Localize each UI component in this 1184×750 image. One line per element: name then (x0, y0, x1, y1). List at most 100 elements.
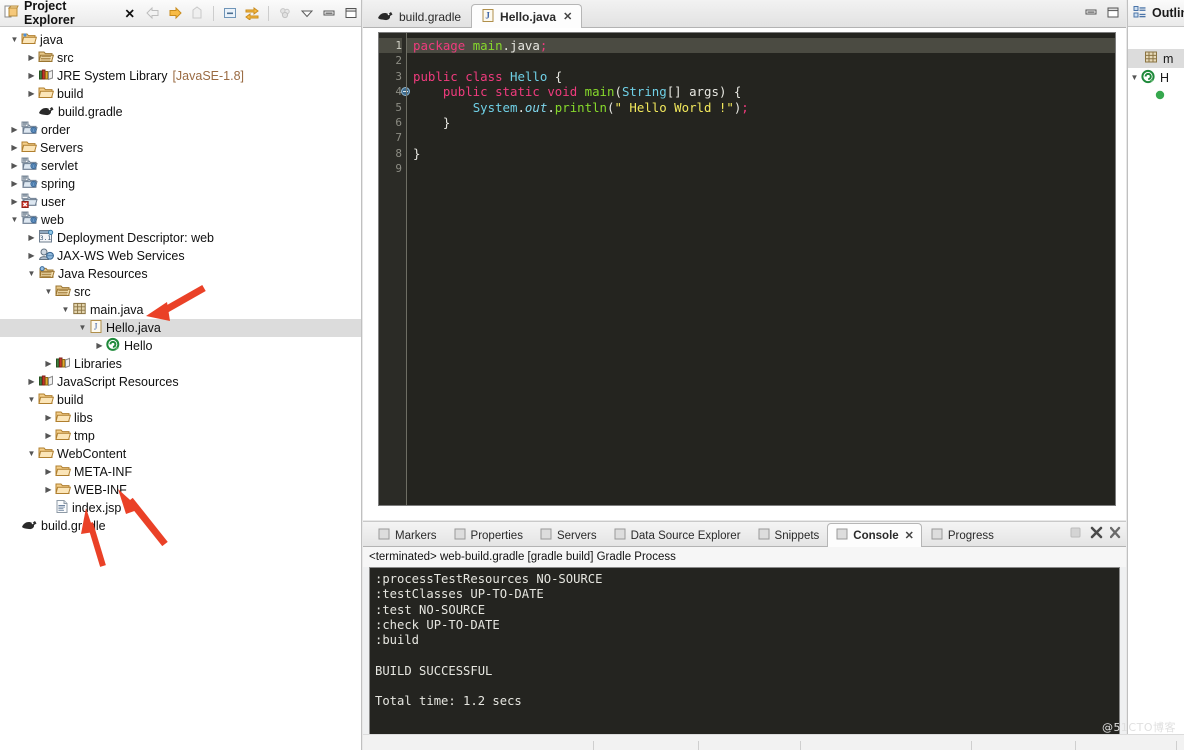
chevron-down-icon[interactable]: ▼ (1128, 69, 1141, 87)
tree-item-index-jsp[interactable]: index.jsp (0, 499, 361, 517)
maximize-icon[interactable] (341, 4, 361, 23)
back-icon[interactable] (143, 4, 163, 23)
project-tree[interactable]: ▼ java ▶ src ▶ JRE System Library [JavaSE-1.8]… (0, 27, 361, 750)
outline-item-label: m (1163, 51, 1174, 66)
chevron-right-icon[interactable]: ▶ (42, 409, 55, 427)
console-tabbar: Markers Properties Servers Data Source Expl… (363, 521, 1126, 547)
tree-item-jre-system-library[interactable]: ▶ JRE System Library [JavaSE-1.8] (0, 67, 361, 85)
tree-item-src[interactable]: ▼ src (0, 283, 361, 301)
console-output[interactable]: :processTestResources NO-SOURCE :testCla… (369, 567, 1120, 740)
chevron-down-icon[interactable]: ▼ (8, 211, 21, 229)
outline-tab[interactable]: Outline (1128, 0, 1184, 27)
tree-item-build[interactable]: ▼ build (0, 391, 361, 409)
remove-launch-icon[interactable] (1089, 525, 1104, 542)
tab-hello-java[interactable]: J Hello.java ✕ (471, 4, 583, 28)
terminate-icon[interactable] (1068, 525, 1083, 542)
tab-servers[interactable]: Servers (531, 523, 605, 547)
tab-snippets[interactable]: Snippets (749, 523, 828, 547)
tree-item-web[interactable]: ▼ web (0, 211, 361, 229)
tab-label: Console (853, 529, 899, 542)
outline-item-method[interactable] (1128, 87, 1184, 106)
chevron-right-icon[interactable]: ▶ (25, 67, 38, 85)
chevron-down-icon[interactable]: ▼ (42, 283, 55, 301)
tree-item-libs[interactable]: ▶ libs (0, 409, 361, 427)
chevron-down-icon[interactable]: ▼ (76, 319, 89, 337)
chevron-right-icon[interactable]: ▶ (8, 193, 21, 211)
jsp-file-icon (55, 499, 69, 517)
chevron-right-icon[interactable]: ▶ (93, 337, 106, 355)
tree-item-main-java[interactable]: ▼ main.java (0, 301, 361, 319)
chevron-right-icon[interactable]: ▶ (8, 121, 21, 139)
chevron-right-icon[interactable]: ▶ (42, 427, 55, 445)
tree-item-jax-ws-web-services[interactable]: ▶ JAX-WS Web Services (0, 247, 361, 265)
console-area: Markers Properties Servers Data Source Expl… (363, 521, 1126, 750)
maximize-icon[interactable] (1106, 6, 1120, 22)
line-number: 4 (379, 84, 410, 99)
chevron-down-icon[interactable]: ▼ (8, 31, 21, 49)
chevron-down-icon[interactable]: ▼ (25, 265, 38, 283)
chevron-down-icon[interactable]: ▼ (25, 391, 38, 409)
tree-item-src[interactable]: ▶ src (0, 49, 361, 67)
tree-item-user[interactable]: ▶ user (0, 193, 361, 211)
tree-item-java[interactable]: ▼ java (0, 31, 361, 49)
tree-item-order[interactable]: ▶ order (0, 121, 361, 139)
chevron-right-icon[interactable]: ▶ (42, 481, 55, 499)
tree-item-tmp[interactable]: ▶ tmp (0, 427, 361, 445)
minimize-icon[interactable] (1084, 6, 1098, 22)
tree-item-javascript-resources[interactable]: ▶ JavaScript Resources (0, 373, 361, 391)
outline-tree[interactable]: m ▼ H (1128, 27, 1184, 106)
tree-item-build-gradle[interactable]: build.gradle (0, 103, 361, 121)
tree-item-libraries[interactable]: ▶ Libraries (0, 355, 361, 373)
source-code[interactable]: package main.java; public class Hello { … (406, 33, 1115, 505)
close-icon[interactable]: ✕ (563, 10, 572, 23)
outline-item-class[interactable]: ▼ H (1128, 68, 1184, 87)
tab-console[interactable]: Console ✕ (827, 523, 922, 547)
chevron-down-icon[interactable]: ▼ (59, 301, 72, 319)
editor-area: build.gradle J Hello.java ✕ 123456 78 9 packa… (363, 0, 1126, 520)
tab-markers[interactable]: Markers (369, 523, 445, 547)
tree-item-hello-java[interactable]: ▼ J Hello.java (0, 319, 361, 337)
tab-progress[interactable]: Progress (922, 523, 1002, 547)
chevron-right-icon[interactable]: ▶ (25, 85, 38, 103)
chevron-down-icon[interactable]: ▼ (25, 445, 38, 463)
tree-item-build-gradle[interactable]: build.gradle (0, 517, 361, 535)
tree-item-label: index.jsp (72, 501, 122, 515)
chevron-right-icon[interactable]: ▶ (42, 463, 55, 481)
up-icon[interactable] (187, 4, 207, 23)
tree-item-java-resources[interactable]: ▼ Java Resources (0, 265, 361, 283)
tree-item-deployment-descriptor-web[interactable]: ▶ 3.1 Deployment Descriptor: web (0, 229, 361, 247)
close-icon[interactable]: ✕ (125, 6, 135, 21)
tree-item-webcontent[interactable]: ▼ WebContent (0, 445, 361, 463)
code-viewport[interactable]: 123456 78 9 package main.java; public clas… (378, 32, 1116, 506)
tree-item-hello[interactable]: ▶ Hello (0, 337, 361, 355)
view-menu-icon[interactable] (297, 4, 317, 23)
collapse-all-icon[interactable] (220, 4, 240, 23)
chevron-right-icon[interactable]: ▶ (25, 49, 38, 67)
tab-build-gradle[interactable]: build.gradle (367, 4, 471, 28)
tab-data-source-explorer[interactable]: Data Source Explorer (605, 523, 749, 547)
folder-icon (38, 85, 55, 103)
tree-item-servlet[interactable]: ▶ servlet (0, 157, 361, 175)
link-with-editor-icon[interactable] (242, 4, 262, 23)
chevron-right-icon[interactable]: ▶ (8, 157, 21, 175)
chevron-right-icon[interactable]: ▶ (8, 175, 21, 193)
close-icon[interactable]: ✕ (905, 529, 914, 542)
tree-item-build[interactable]: ▶ build (0, 85, 361, 103)
chevron-right-icon[interactable]: ▶ (25, 373, 38, 391)
tree-item-servers[interactable]: ▶ Servers (0, 139, 361, 157)
tree-item-web-inf[interactable]: ▶ WEB-INF (0, 481, 361, 499)
outline-item-package[interactable]: m (1128, 49, 1184, 68)
chevron-right-icon[interactable]: ▶ (8, 139, 21, 157)
forward-icon[interactable] (165, 4, 185, 23)
project-explorer-tab[interactable]: Project Explorer ✕ (4, 0, 135, 27)
tree-item-spring[interactable]: ▶ spring (0, 175, 361, 193)
focus-on-active-task-icon[interactable] (275, 4, 295, 23)
minimize-icon[interactable] (319, 4, 339, 23)
chevron-right-icon[interactable]: ▶ (25, 247, 38, 265)
chevron-right-icon[interactable]: ▶ (42, 355, 55, 373)
remove-all-terminated-icon[interactable] (1109, 525, 1122, 542)
chevron-right-icon[interactable]: ▶ (25, 229, 38, 247)
tab-properties[interactable]: Properties (445, 523, 531, 547)
tree-item-meta-inf[interactable]: ▶ META-INF (0, 463, 361, 481)
